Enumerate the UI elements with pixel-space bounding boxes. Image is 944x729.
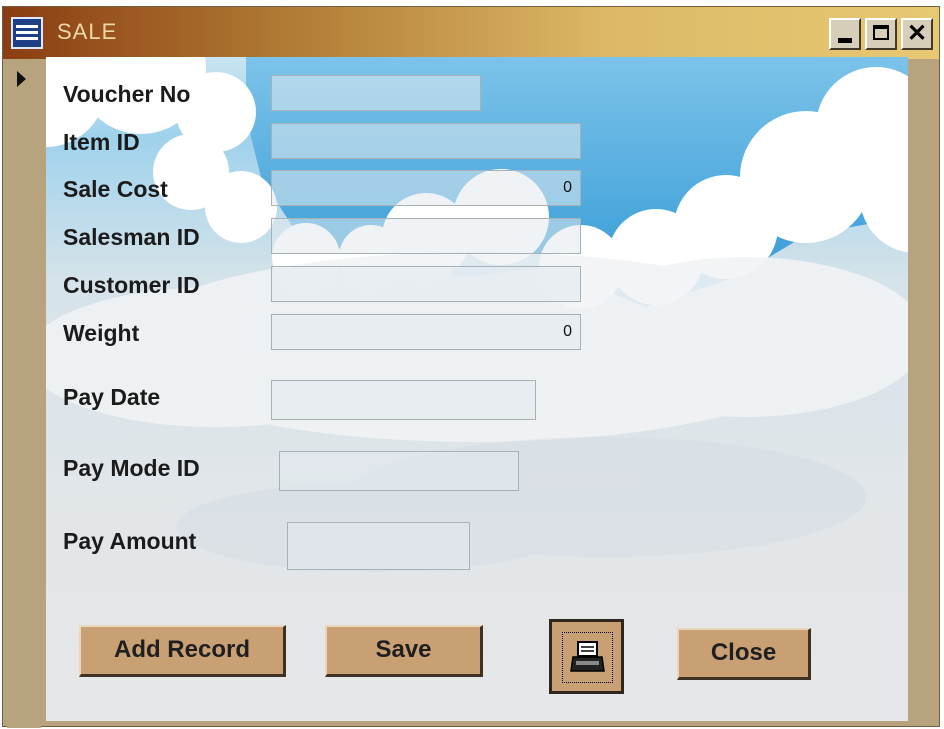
save-button[interactable]: Save [325, 625, 483, 677]
customer-id-field[interactable] [271, 266, 581, 302]
item-id-field[interactable] [271, 123, 581, 159]
minimize-button[interactable] [829, 18, 861, 50]
maximize-button[interactable] [865, 18, 897, 50]
label-item-id: Item ID [63, 129, 140, 155]
close-window-button[interactable]: ✕ [901, 18, 933, 50]
label-pay-amount: Pay Amount [63, 528, 197, 554]
print-focus-rect [562, 632, 613, 683]
pay-amount-field[interactable] [287, 522, 470, 570]
label-pay-mode-id: Pay Mode ID [63, 455, 200, 481]
title-bar[interactable]: SALE ✕ [3, 7, 939, 59]
print-button[interactable] [549, 619, 624, 694]
label-weight: Weight [63, 320, 140, 346]
window-title: SALE [57, 19, 118, 44]
printer-icon [570, 641, 605, 672]
sale-cost-field[interactable]: 0 [271, 170, 581, 206]
close-icon: ✕ [906, 20, 928, 47]
app-icon[interactable] [11, 17, 43, 49]
pay-date-field[interactable] [271, 380, 536, 420]
voucher-no-field[interactable] [271, 75, 481, 111]
current-record-arrow-icon [17, 71, 26, 87]
label-salesman-id: Salesman ID [63, 224, 200, 250]
minimize-icon [838, 38, 852, 43]
weight-field[interactable]: 0 [271, 314, 581, 350]
add-record-button[interactable]: Add Record [79, 625, 286, 677]
label-pay-date: Pay Date [63, 384, 161, 410]
close-button[interactable]: Close [677, 628, 811, 680]
maximize-icon [873, 25, 889, 40]
salesman-id-field[interactable] [271, 218, 581, 254]
record-selector[interactable] [7, 59, 41, 728]
label-sale-cost: Sale Cost [63, 176, 168, 202]
label-voucher-no: Voucher No [63, 81, 191, 107]
pay-mode-id-field[interactable] [279, 451, 519, 491]
label-customer-id: Customer ID [63, 272, 200, 298]
